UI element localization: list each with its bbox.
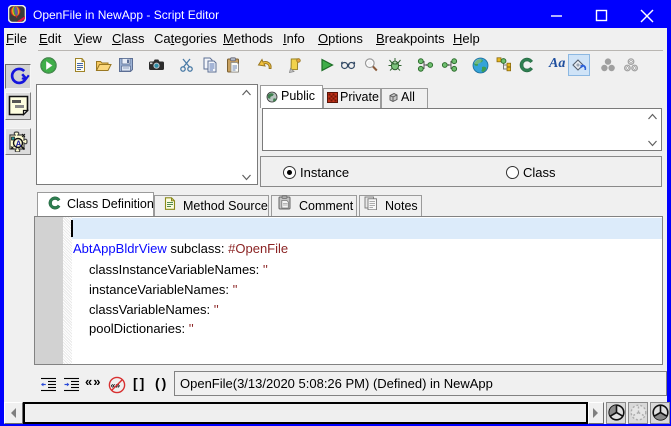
svg-text:A: A xyxy=(16,139,22,148)
svg-text:«»: «» xyxy=(111,380,121,390)
